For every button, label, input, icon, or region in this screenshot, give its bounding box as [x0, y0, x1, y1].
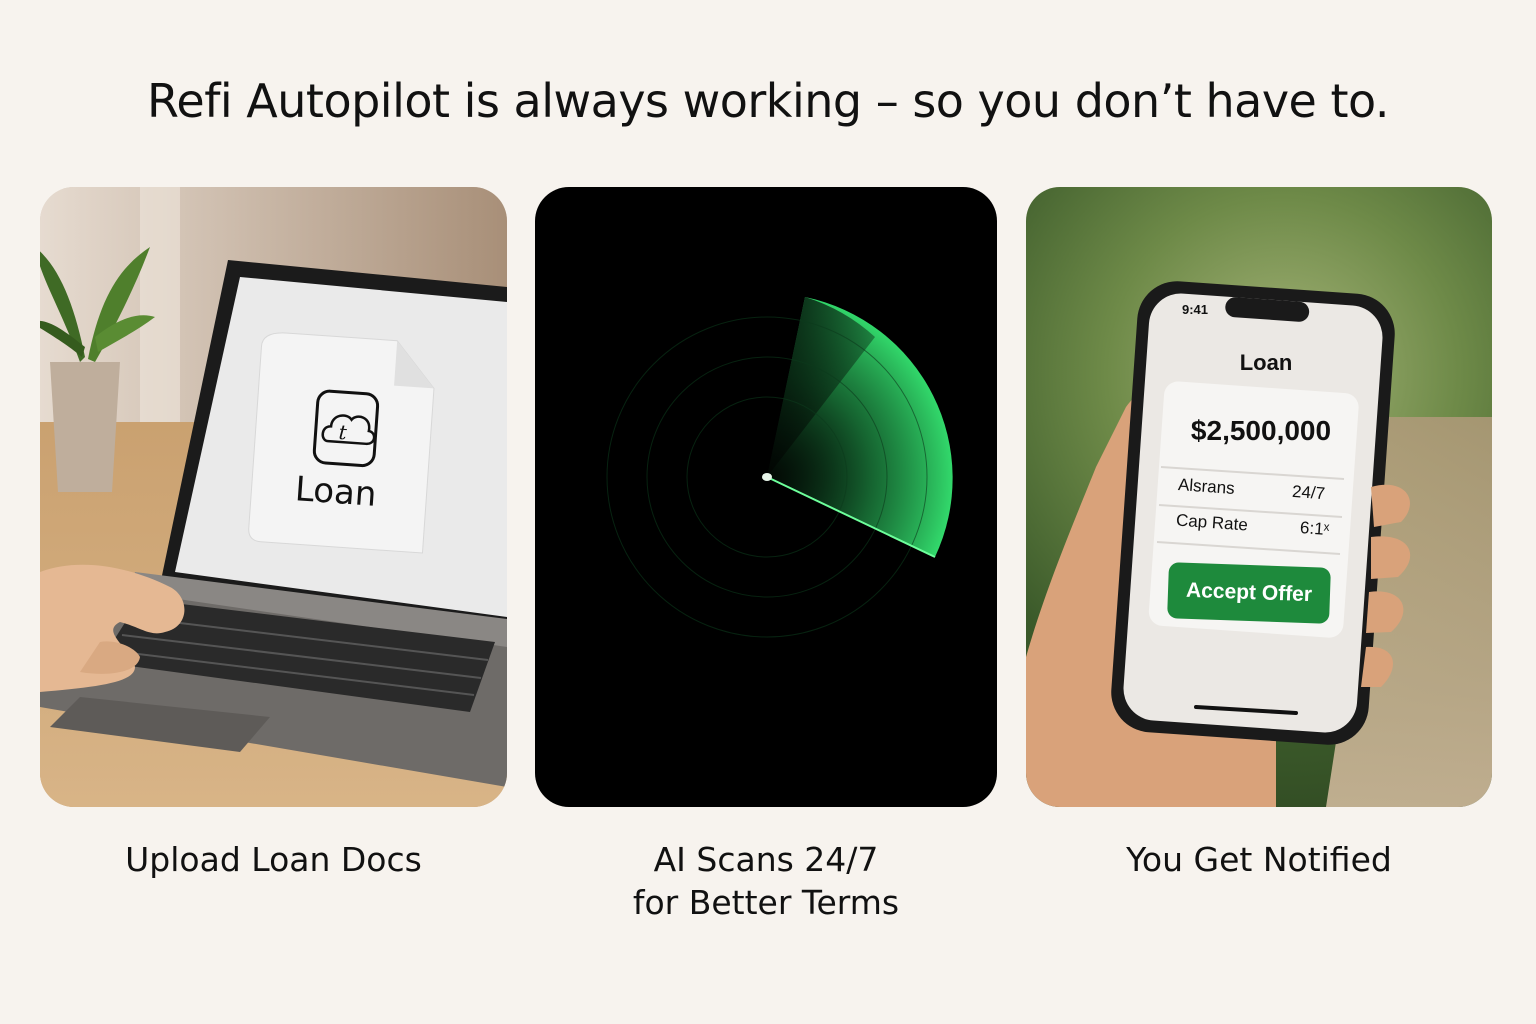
laptop-illustration: t [40, 187, 507, 807]
radar-scan-visual [606, 297, 953, 638]
loan-amount: $2,500,000 [1190, 415, 1332, 446]
detail-row-value: 6:1ˣ [1299, 518, 1330, 539]
hand-phone-illustration [1026, 281, 1492, 807]
loan-document-card: t [248, 332, 435, 554]
caption-line: AI Scans 24/7 [653, 840, 879, 879]
ai-scan-panel [535, 187, 997, 807]
step-caption-upload: Upload Loan Docs [40, 838, 507, 881]
detail-row-value: 24/7 [1291, 481, 1326, 504]
caption-line: You Get Notified [1126, 840, 1392, 879]
page-headline: Refi Autopilot is always working – so yo… [147, 74, 1389, 128]
upload-docs-panel: t Loan [40, 187, 507, 807]
caption-line: for Better Terms [632, 883, 900, 922]
radar-center-dot [762, 473, 772, 481]
document-label: Loan [293, 469, 378, 515]
phone-status-time: 9:41 [1182, 302, 1209, 317]
detail-row-label: Alsrans [1177, 475, 1236, 498]
notification-panel: 9:41 Loan $2,500,000 Alsrans 24/7 Cap Ra… [1026, 187, 1492, 807]
caption-line: Upload Loan Docs [125, 840, 422, 879]
accept-offer-button[interactable]: Accept Offer [1167, 562, 1331, 624]
step-caption-notified: You Get Notified [1026, 838, 1492, 881]
step-caption-scan: AI Scans 24/7 for Better Terms [535, 838, 997, 924]
phone-screen-title: Loan [1239, 350, 1293, 375]
